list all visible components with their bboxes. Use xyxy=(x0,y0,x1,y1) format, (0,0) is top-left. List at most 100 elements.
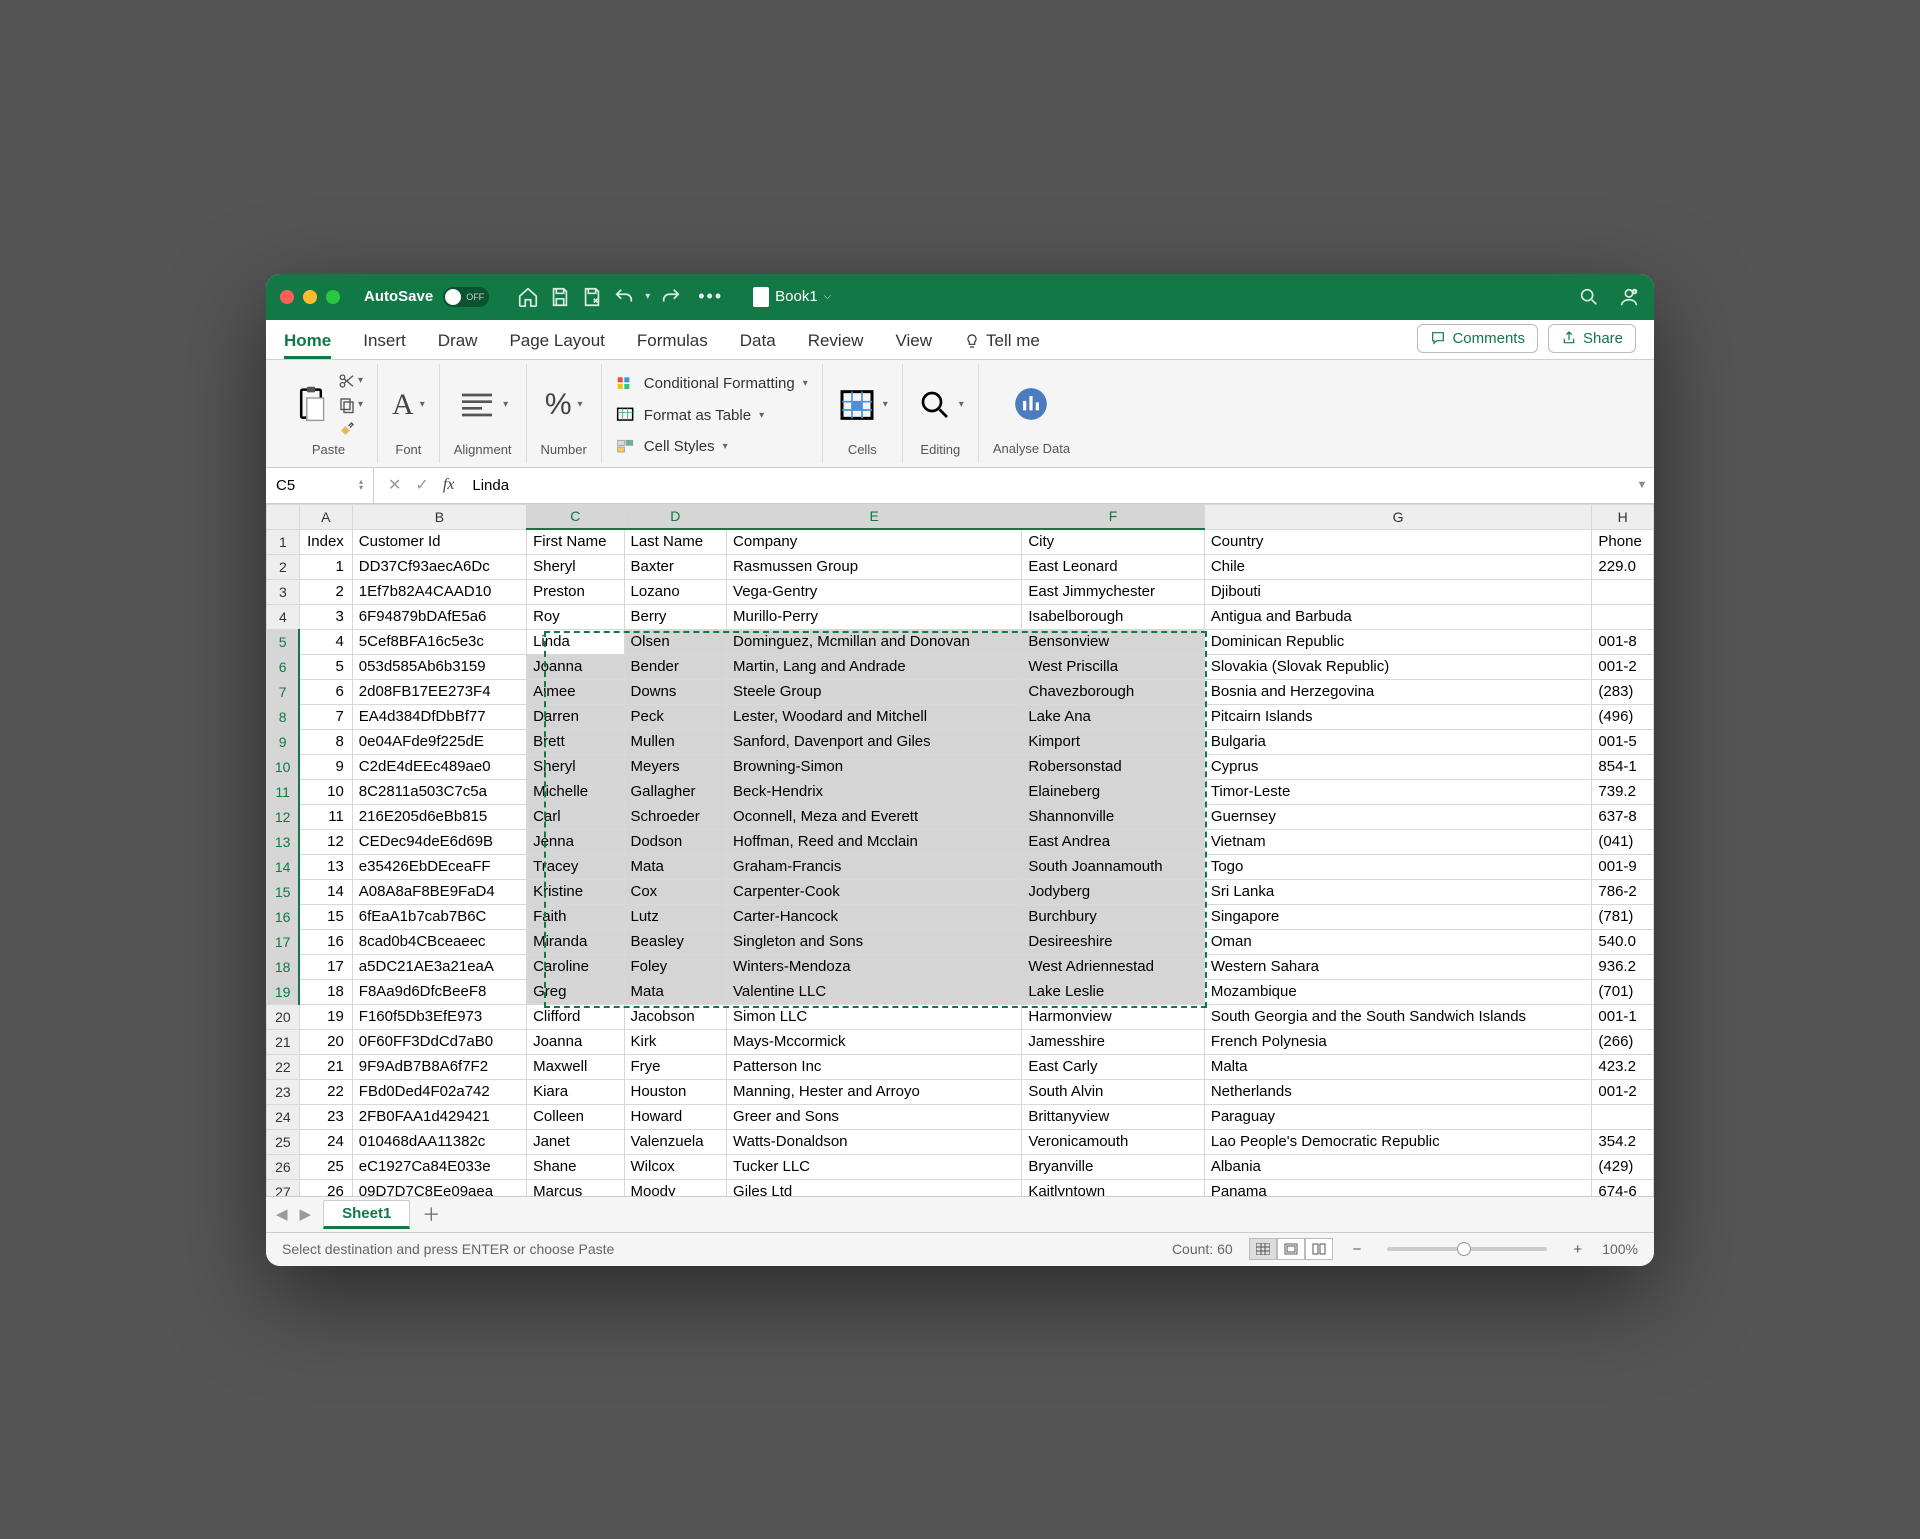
cell-E27[interactable]: Giles Ltd xyxy=(727,1179,1022,1196)
cell-H23[interactable]: 001-2 xyxy=(1592,1079,1654,1104)
cell-B10[interactable]: C2dE4dEEc489ae0 xyxy=(352,754,526,779)
cell-C14[interactable]: Tracey xyxy=(527,854,624,879)
cell-H2[interactable]: 229.0 xyxy=(1592,554,1654,579)
row-header-13[interactable]: 13 xyxy=(267,829,300,854)
cell-E23[interactable]: Manning, Hester and Arroyo xyxy=(727,1079,1022,1104)
cell-B15[interactable]: A08A8aF8BE9FaD4 xyxy=(352,879,526,904)
cell-H27[interactable]: 674-6 xyxy=(1592,1179,1654,1196)
cell-F20[interactable]: Harmonview xyxy=(1022,1004,1205,1029)
account-icon[interactable]: + xyxy=(1618,286,1640,308)
cell-D10[interactable]: Meyers xyxy=(624,754,727,779)
cell-F4[interactable]: Isabelborough xyxy=(1022,604,1205,629)
name-box[interactable]: C5 ▴▾ xyxy=(266,468,374,503)
cell-G4[interactable]: Antigua and Barbuda xyxy=(1204,604,1592,629)
namebox-spinner[interactable]: ▴▾ xyxy=(359,479,363,491)
cell-C12[interactable]: Carl xyxy=(527,804,624,829)
row-header-23[interactable]: 23 xyxy=(267,1079,300,1104)
copy-button[interactable]: ▾ xyxy=(338,396,363,414)
cell-D21[interactable]: Kirk xyxy=(624,1029,727,1054)
cell-G13[interactable]: Vietnam xyxy=(1204,829,1592,854)
cell-F7[interactable]: Chavezborough xyxy=(1022,679,1205,704)
format-painter-button[interactable] xyxy=(338,420,363,438)
cell-A25[interactable]: 24 xyxy=(299,1129,352,1154)
tab-home[interactable]: Home xyxy=(284,331,331,359)
cell-D1[interactable]: Last Name xyxy=(624,529,727,554)
cell-C26[interactable]: Shane xyxy=(527,1154,624,1179)
cell-G15[interactable]: Sri Lanka xyxy=(1204,879,1592,904)
close-button[interactable] xyxy=(280,290,294,304)
row-header-8[interactable]: 8 xyxy=(267,704,300,729)
cell-E12[interactable]: Oconnell, Meza and Everett xyxy=(727,804,1022,829)
cell-H14[interactable]: 001-9 xyxy=(1592,854,1654,879)
cell-B9[interactable]: 0e04AFde9f225dE xyxy=(352,729,526,754)
cell-G19[interactable]: Mozambique xyxy=(1204,979,1592,1004)
cell-A16[interactable]: 15 xyxy=(299,904,352,929)
row-header-9[interactable]: 9 xyxy=(267,729,300,754)
cell-E19[interactable]: Valentine LLC xyxy=(727,979,1022,1004)
cell-E22[interactable]: Patterson Inc xyxy=(727,1054,1022,1079)
cell-A8[interactable]: 7 xyxy=(299,704,352,729)
row-header-20[interactable]: 20 xyxy=(267,1004,300,1029)
cell-H13[interactable]: (041) xyxy=(1592,829,1654,854)
cell-H12[interactable]: 637-8 xyxy=(1592,804,1654,829)
cut-button[interactable]: ▾ xyxy=(338,372,363,390)
cell-H8[interactable]: (496) xyxy=(1592,704,1654,729)
add-sheet-button[interactable]: ＋ xyxy=(422,1201,440,1227)
cell-B24[interactable]: 2FB0FAA1d429421 xyxy=(352,1104,526,1129)
col-header-E[interactable]: E xyxy=(727,504,1022,529)
cell-A11[interactable]: 10 xyxy=(299,779,352,804)
cell-G18[interactable]: Western Sahara xyxy=(1204,954,1592,979)
tab-data[interactable]: Data xyxy=(740,331,776,359)
cell-G12[interactable]: Guernsey xyxy=(1204,804,1592,829)
cell-B14[interactable]: e35426EbDEceaFF xyxy=(352,854,526,879)
cell-F6[interactable]: West Priscilla xyxy=(1022,654,1205,679)
cell-H3[interactable] xyxy=(1592,579,1654,604)
cell-A13[interactable]: 12 xyxy=(299,829,352,854)
cell-D3[interactable]: Lozano xyxy=(624,579,727,604)
align-icon[interactable] xyxy=(457,388,497,422)
cell-F14[interactable]: South Joannamouth xyxy=(1022,854,1205,879)
row-header-6[interactable]: 6 xyxy=(267,654,300,679)
document-title[interactable]: Book1 ⌵ xyxy=(753,287,831,307)
cell-A1[interactable]: Index xyxy=(299,529,352,554)
cell-E14[interactable]: Graham-Francis xyxy=(727,854,1022,879)
cell-G5[interactable]: Dominican Republic xyxy=(1204,629,1592,654)
cell-B16[interactable]: 6fEaA1b7cab7B6C xyxy=(352,904,526,929)
cell-B17[interactable]: 8cad0b4CBceaeec xyxy=(352,929,526,954)
cell-D24[interactable]: Howard xyxy=(624,1104,727,1129)
cell-A21[interactable]: 20 xyxy=(299,1029,352,1054)
cell-styles-button[interactable]: Cell Styles▾ xyxy=(616,435,728,459)
comments-button[interactable]: Comments xyxy=(1417,324,1538,353)
cell-B22[interactable]: 9F9AdB7B8A6f7F2 xyxy=(352,1054,526,1079)
cell-C16[interactable]: Faith xyxy=(527,904,624,929)
cell-C6[interactable]: Joanna xyxy=(527,654,624,679)
cell-G24[interactable]: Paraguay xyxy=(1204,1104,1592,1129)
tell-me[interactable]: Tell me xyxy=(964,331,1040,359)
row-header-14[interactable]: 14 xyxy=(267,854,300,879)
cell-B5[interactable]: 5Cef8BFA16c5e3c xyxy=(352,629,526,654)
cell-D26[interactable]: Wilcox xyxy=(624,1154,727,1179)
cell-H7[interactable]: (283) xyxy=(1592,679,1654,704)
tab-draw[interactable]: Draw xyxy=(438,331,478,359)
cell-C18[interactable]: Caroline xyxy=(527,954,624,979)
cell-C25[interactable]: Janet xyxy=(527,1129,624,1154)
cell-B21[interactable]: 0F60FF3DdCd7aB0 xyxy=(352,1029,526,1054)
redo-icon[interactable] xyxy=(660,286,682,308)
cell-F5[interactable]: Bensonview xyxy=(1022,629,1205,654)
cell-C2[interactable]: Sheryl xyxy=(527,554,624,579)
cell-B7[interactable]: 2d08FB17EE273F4 xyxy=(352,679,526,704)
cell-C24[interactable]: Colleen xyxy=(527,1104,624,1129)
row-header-11[interactable]: 11 xyxy=(267,779,300,804)
save-as-icon[interactable] xyxy=(581,286,603,308)
more-icon[interactable]: ••• xyxy=(698,286,723,307)
cell-G8[interactable]: Pitcairn Islands xyxy=(1204,704,1592,729)
cell-A3[interactable]: 2 xyxy=(299,579,352,604)
cell-F22[interactable]: East Carly xyxy=(1022,1054,1205,1079)
cell-A10[interactable]: 9 xyxy=(299,754,352,779)
cell-E17[interactable]: Singleton and Sons xyxy=(727,929,1022,954)
row-header-12[interactable]: 12 xyxy=(267,804,300,829)
spreadsheet-grid[interactable]: ABCDEFGH1IndexCustomer IdFirst NameLast … xyxy=(266,504,1654,1196)
row-header-27[interactable]: 27 xyxy=(267,1179,300,1196)
row-header-25[interactable]: 25 xyxy=(267,1129,300,1154)
cell-C15[interactable]: Kristine xyxy=(527,879,624,904)
